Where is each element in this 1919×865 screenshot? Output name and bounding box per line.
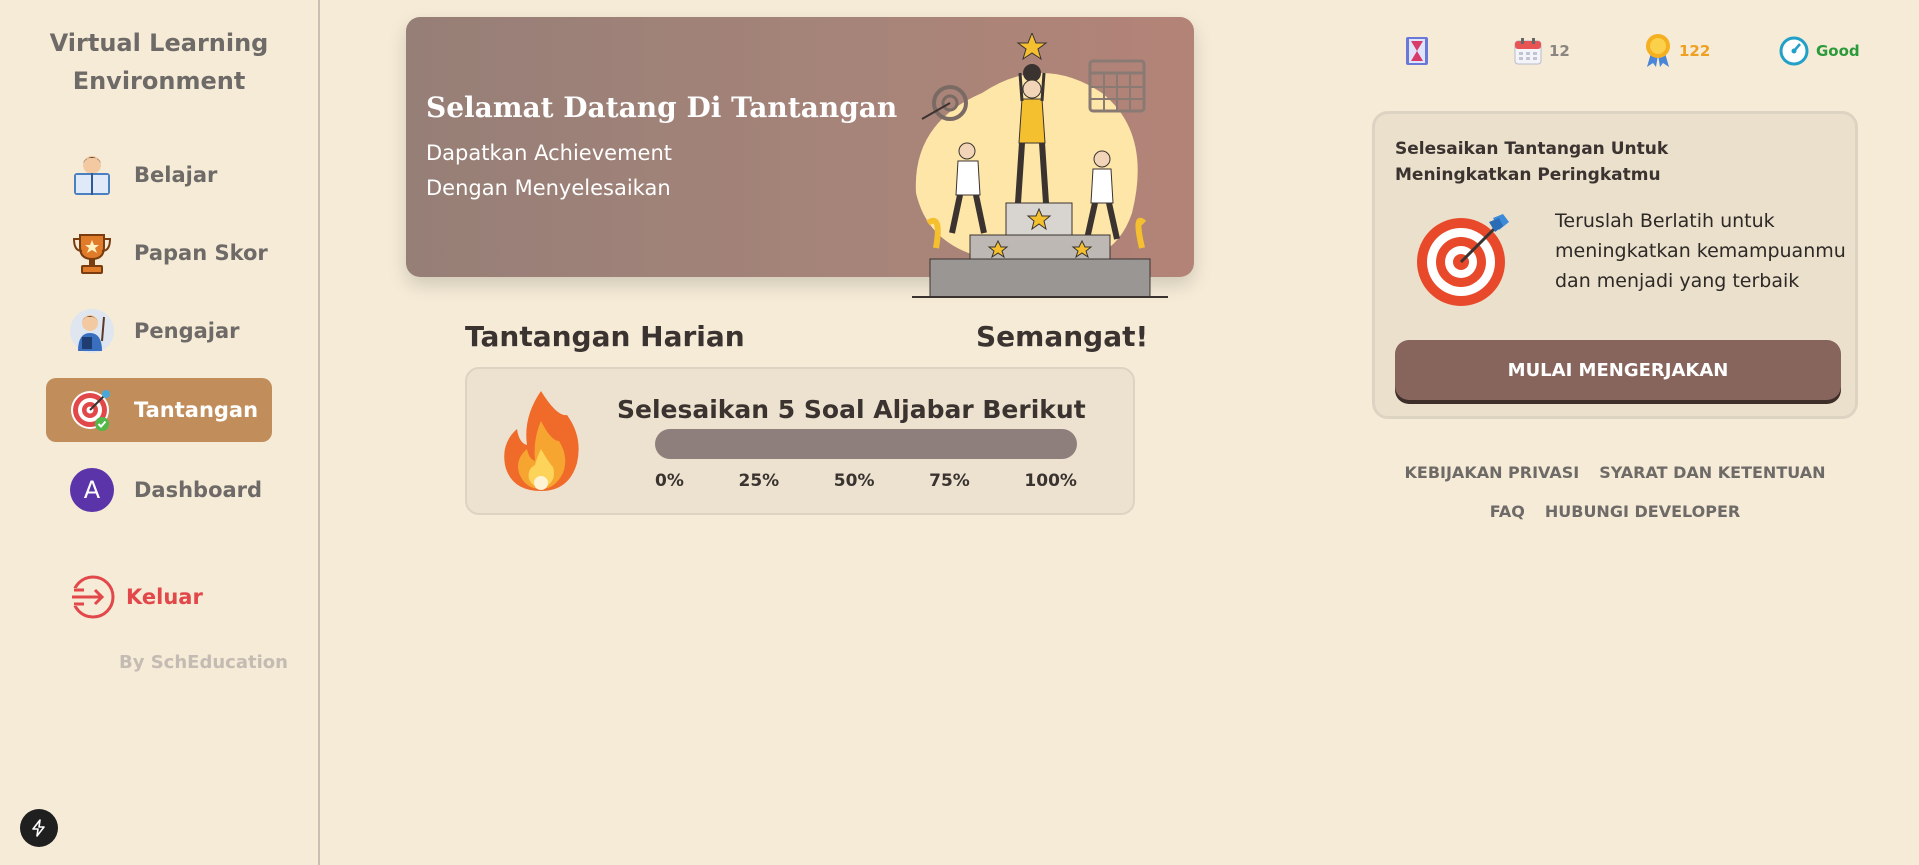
privacy-link[interactable]: KEBIJAKAN PRIVASI xyxy=(1405,463,1580,482)
welcome-banner: Selamat Datang Di Tantangan Dapatkan Ach… xyxy=(406,17,1194,298)
sidebar-item-label: Belajar xyxy=(134,163,218,187)
days-count: 12 xyxy=(1549,42,1570,60)
stat-book[interactable] xyxy=(1404,34,1430,68)
logout-button[interactable]: Keluar xyxy=(70,574,203,620)
logout-icon xyxy=(70,575,115,619)
sidebar-item-label: Pengajar xyxy=(134,319,240,343)
fire-icon xyxy=(504,391,579,491)
sidebar-item-papan-skor[interactable]: Papan Skor xyxy=(46,221,272,285)
daily-task-card[interactable]: Selesaikan 5 Soal Aljabar Berikut 0% 25%… xyxy=(465,367,1135,515)
task-title: Selesaikan 5 Soal Aljabar Berikut xyxy=(617,395,1086,424)
banner-subtitle-2: Dengan Menyelesaikan xyxy=(426,176,671,200)
footer-links-row-1: KEBIJAKAN PRIVASI SYARAT DAN KETENTUAN xyxy=(1372,463,1858,482)
daily-challenge-title: Tantangan Harian xyxy=(465,320,745,353)
avatar: A xyxy=(68,466,116,514)
rank-card-desc-line-2: meningkatkan kemampuanmu xyxy=(1555,240,1846,262)
cheer-text: Semangat! xyxy=(976,320,1149,353)
start-challenge-button[interactable]: MULAI MENGERJAKAN xyxy=(1395,340,1841,400)
stat-days[interactable]: 12 xyxy=(1513,34,1570,68)
rank-card: Selesaikan Tantangan Untuk Meningkatkan … xyxy=(1372,111,1858,419)
progress-tick: 75% xyxy=(929,471,970,491)
progress-bar xyxy=(655,429,1077,459)
speedometer-icon xyxy=(1779,36,1809,66)
banner-subtitle-1: Dapatkan Achievement xyxy=(426,141,672,165)
status-label: Good xyxy=(1816,42,1860,60)
rank-card-description: Teruslah Berlatih untuk meningkatkan kem… xyxy=(1555,206,1855,296)
target-check-icon xyxy=(68,386,116,434)
progress-tick: 25% xyxy=(738,471,780,491)
sidebar-item-belajar[interactable]: Belajar xyxy=(46,143,272,207)
podium-illustration xyxy=(912,33,1168,298)
terms-link[interactable]: SYARAT DAN KETENTUAN xyxy=(1599,463,1825,482)
student-reading-icon xyxy=(68,151,116,199)
stat-points[interactable]: 122 xyxy=(1643,34,1710,68)
target-icon xyxy=(1417,214,1509,306)
bolt-button[interactable] xyxy=(20,809,58,847)
stat-status[interactable]: Good xyxy=(1778,34,1860,68)
calendar-icon xyxy=(1514,38,1542,65)
teacher-icon xyxy=(68,307,116,355)
points-count: 122 xyxy=(1679,42,1711,60)
progress-ticks: 0% 25% 50% 75% 100% xyxy=(655,471,1077,491)
trophy-icon xyxy=(68,229,116,277)
brand-title: Virtual Learning Environment xyxy=(0,24,318,100)
brand-line-1: Virtual Learning xyxy=(49,29,269,57)
bolt-icon xyxy=(32,819,45,837)
footer-links-row-2: FAQ HUBUNGI DEVELOPER xyxy=(1372,502,1858,521)
banner-title: Selamat Datang Di Tantangan xyxy=(426,91,898,124)
logout-label: Keluar xyxy=(126,585,203,609)
progress-tick: 50% xyxy=(833,471,875,491)
rank-card-title: Selesaikan Tantangan Untuk Meningkatkan … xyxy=(1395,136,1695,188)
byline: By SchEducation xyxy=(119,652,288,673)
sidebar-item-label: Papan Skor xyxy=(134,241,268,265)
rank-card-title-line-2: Meningkatkan Peringkatmu xyxy=(1395,165,1661,185)
sidebar-item-label: Dashboard xyxy=(134,478,263,502)
sidebar: Virtual Learning Environment Belajar Pap… xyxy=(0,0,320,865)
progress-tick: 0% xyxy=(655,471,684,491)
rank-card-title-line-1: Selesaikan Tantangan Untuk xyxy=(1395,139,1669,159)
rank-card-desc-line-3: dan menjadi yang terbaik xyxy=(1555,270,1800,292)
avatar-letter: A xyxy=(70,468,114,512)
rank-card-desc-line-1: Teruslah Berlatih untuk xyxy=(1555,210,1775,232)
brand-line-2: Environment xyxy=(72,67,246,95)
progress-tick: 100% xyxy=(1024,471,1077,491)
sidebar-item-tantangan[interactable]: Tantangan xyxy=(46,378,272,442)
medal-icon xyxy=(1646,34,1670,67)
sidebar-item-label: Tantangan xyxy=(134,398,259,422)
hourglass-book-icon xyxy=(1406,37,1428,65)
faq-link[interactable]: FAQ xyxy=(1490,502,1525,521)
contact-developer-link[interactable]: HUBUNGI DEVELOPER xyxy=(1545,502,1740,521)
sidebar-item-dashboard[interactable]: A Dashboard xyxy=(46,458,272,522)
sidebar-item-pengajar[interactable]: Pengajar xyxy=(46,299,272,363)
